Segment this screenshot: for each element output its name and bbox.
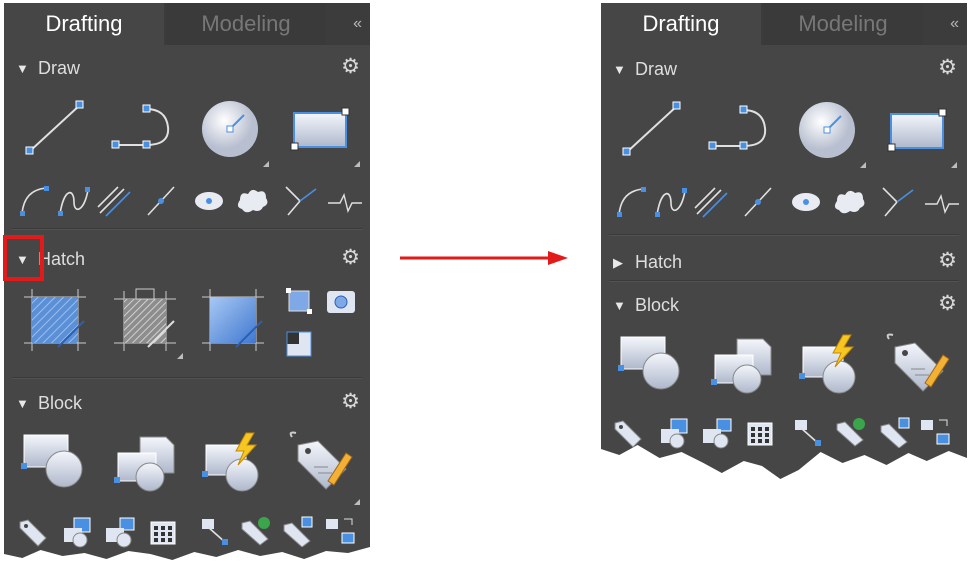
hatch-icon[interactable] xyxy=(22,287,88,353)
collapse-panel-icon[interactable]: « xyxy=(353,3,362,45)
dropdown-corner-icon[interactable] xyxy=(177,353,183,359)
create-block-icon[interactable] xyxy=(617,333,683,393)
table-icon[interactable] xyxy=(747,422,773,446)
section-header-block[interactable]: ▼ Block ⚙ xyxy=(4,389,370,419)
edit-attribute-icon[interactable] xyxy=(885,333,951,395)
ray-icon[interactable] xyxy=(881,184,915,220)
section-header-draw[interactable]: ▼ Draw ⚙ xyxy=(4,54,370,84)
dynamic-block-icon[interactable] xyxy=(200,431,266,493)
edit-attribute-icon[interactable] xyxy=(288,431,354,493)
tab-modeling[interactable]: Modeling xyxy=(763,3,923,45)
gear-icon[interactable]: ⚙ xyxy=(341,55,360,79)
circle-icon[interactable] xyxy=(797,100,859,162)
collapse-panel-icon[interactable]: « xyxy=(950,3,959,45)
construction-line-icon[interactable] xyxy=(144,183,178,219)
section-header-hatch[interactable]: ▼ Hatch ⚙ xyxy=(4,245,370,275)
tab-drafting[interactable]: Drafting xyxy=(601,3,761,45)
revision-cloud-icon[interactable] xyxy=(234,186,270,214)
edit-reference-icon[interactable] xyxy=(835,416,869,448)
multiline-icon[interactable] xyxy=(693,184,731,220)
attribute-manager-icon[interactable] xyxy=(919,416,953,450)
wipeout-icon[interactable] xyxy=(326,290,356,314)
section-label-hatch: Hatch xyxy=(635,252,683,272)
section-divider xyxy=(12,228,362,230)
left-panel-before: Drafting Modeling « ▼ Draw ⚙ ▼ Hatch ⚙ ▼… xyxy=(4,3,370,560)
section-header-block[interactable]: ▼ Block ⚙ xyxy=(601,291,967,321)
gear-icon[interactable]: ⚙ xyxy=(938,292,957,316)
dropdown-corner-icon[interactable] xyxy=(354,161,360,167)
table-icon[interactable] xyxy=(150,521,176,545)
polyline-icon[interactable] xyxy=(705,102,775,154)
tab-bar: Drafting Modeling « xyxy=(601,3,967,45)
dropdown-corner-icon[interactable] xyxy=(951,162,957,168)
rectangle-icon[interactable] xyxy=(288,105,354,155)
attribute-sync-icon[interactable] xyxy=(879,416,913,448)
break-line-icon[interactable] xyxy=(923,192,961,214)
boundary-icon[interactable] xyxy=(200,287,266,353)
polyline-icon[interactable] xyxy=(108,101,178,153)
section-label-block: Block xyxy=(38,393,83,413)
construction-line-icon[interactable] xyxy=(741,184,775,220)
spline-icon[interactable] xyxy=(653,185,689,219)
right-panel-after: Drafting Modeling « ▼ Draw ⚙ ▶ Hatch ⚙ ▼ xyxy=(601,3,967,479)
line-icon[interactable] xyxy=(621,100,683,160)
arc-icon[interactable] xyxy=(615,185,649,219)
line-icon[interactable] xyxy=(24,99,86,159)
gear-icon[interactable]: ⚙ xyxy=(938,249,957,273)
section-label-draw: Draw xyxy=(635,59,678,79)
break-line-icon[interactable] xyxy=(326,191,364,213)
expand-triangle-icon[interactable]: ▼ xyxy=(613,296,626,316)
collapsed-triangle-icon[interactable]: ▶ xyxy=(613,253,623,273)
section-label-draw: Draw xyxy=(38,58,81,78)
dropdown-corner-icon[interactable] xyxy=(263,161,269,167)
attribute-manager-icon[interactable] xyxy=(324,515,358,549)
multiline-icon[interactable] xyxy=(96,183,134,219)
define-attribute-icon[interactable] xyxy=(18,518,50,548)
base-point-icon[interactable] xyxy=(200,517,230,547)
write-block-icon[interactable] xyxy=(104,516,138,550)
spline-icon[interactable] xyxy=(56,184,92,218)
section-divider xyxy=(609,280,959,282)
gear-icon[interactable]: ⚙ xyxy=(938,56,957,80)
ellipse-icon[interactable] xyxy=(192,188,226,214)
write-block-icon[interactable] xyxy=(701,417,735,451)
tab-bar: Drafting Modeling « xyxy=(4,3,370,45)
circle-icon[interactable] xyxy=(200,99,262,161)
define-attribute-icon[interactable] xyxy=(613,419,645,449)
region-icon[interactable] xyxy=(286,288,312,314)
insert-block-icon[interactable] xyxy=(110,433,180,493)
cover-icon[interactable] xyxy=(286,331,312,357)
expand-triangle-icon[interactable]: ▼ xyxy=(16,59,29,79)
create-block-icon[interactable] xyxy=(20,431,86,491)
attribute-sync-icon[interactable] xyxy=(282,515,316,547)
tab-modeling[interactable]: Modeling xyxy=(166,3,326,45)
section-header-draw[interactable]: ▼ Draw ⚙ xyxy=(601,55,967,85)
gear-icon[interactable]: ⚙ xyxy=(341,246,360,270)
gradient-icon[interactable] xyxy=(112,285,178,353)
ellipse-icon[interactable] xyxy=(789,189,823,215)
arc-icon[interactable] xyxy=(18,184,52,218)
section-divider xyxy=(609,234,959,236)
insert-block-icon[interactable] xyxy=(707,335,777,395)
highlight-box xyxy=(3,235,44,281)
section-label-hatch: Hatch xyxy=(38,249,86,269)
gear-icon[interactable]: ⚙ xyxy=(341,390,360,414)
dropdown-corner-icon[interactable] xyxy=(354,499,360,505)
base-point-icon[interactable] xyxy=(793,418,823,448)
section-label-block: Block xyxy=(635,295,680,315)
revision-cloud-icon[interactable] xyxy=(831,187,867,215)
section-header-hatch[interactable]: ▶ Hatch ⚙ xyxy=(601,248,967,278)
expand-triangle-icon[interactable]: ▼ xyxy=(613,60,626,80)
edit-reference-icon[interactable] xyxy=(240,515,274,547)
block-editor-icon[interactable] xyxy=(60,516,94,550)
expand-triangle-icon[interactable]: ▼ xyxy=(16,394,29,414)
transition-arrow-icon xyxy=(400,251,568,265)
rectangle-icon[interactable] xyxy=(885,106,951,156)
block-editor-icon[interactable] xyxy=(657,417,691,451)
section-divider xyxy=(12,377,362,379)
dropdown-corner-icon[interactable] xyxy=(860,162,866,168)
ray-icon[interactable] xyxy=(284,183,318,219)
dynamic-block-icon[interactable] xyxy=(797,333,863,395)
tab-drafting[interactable]: Drafting xyxy=(4,3,164,45)
